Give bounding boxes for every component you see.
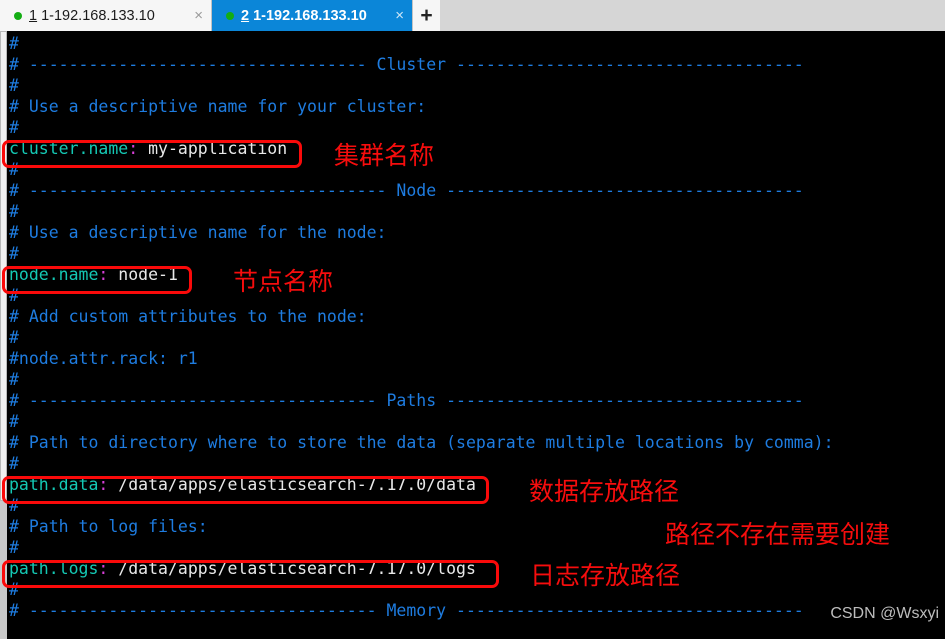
terminal-screen[interactable]: # # ---------------------------------- C… xyxy=(0,31,945,639)
terminal-line: # Add custom attributes to the node: xyxy=(7,306,945,327)
terminal-line-path-data: path.data: /data/apps/elasticsearch-7.17… xyxy=(7,474,945,495)
tab-2-title: 1-192.168.133.10 xyxy=(253,7,367,24)
config-colon: : xyxy=(98,475,109,494)
line-text: # xyxy=(9,118,19,137)
tab-2[interactable]: 2 1-192.168.133.10 × xyxy=(212,0,412,31)
line-text: # xyxy=(9,580,19,599)
terminal-line: # xyxy=(7,579,945,600)
line-text: # xyxy=(9,496,19,515)
line-text: # xyxy=(9,160,19,179)
config-value: node-1 xyxy=(108,265,178,284)
line-text: # xyxy=(9,328,19,347)
line-text: # xyxy=(9,202,19,221)
terminal-line: # Path to directory where to store the d… xyxy=(7,432,945,453)
line-text: # xyxy=(9,244,19,263)
terminal-line: # ---------------------------------- Clu… xyxy=(7,54,945,75)
terminal-line: # xyxy=(7,75,945,96)
terminal-line-node-name: node.name: node-1 xyxy=(7,264,945,285)
terminal-line: # xyxy=(7,495,945,516)
tab-1-title: 1-192.168.133.10 xyxy=(41,7,155,24)
line-text: # ------------------------------------ N… xyxy=(9,181,804,200)
line-text: # Path to directory where to store the d… xyxy=(9,433,834,452)
scrollbar-thumb[interactable] xyxy=(0,31,7,501)
line-text: # xyxy=(9,538,19,557)
terminal-line: # ----------------------------------- Me… xyxy=(7,600,945,621)
line-text: # xyxy=(9,412,19,431)
config-colon: : xyxy=(98,265,109,284)
terminal-line: # Use a descriptive name for the node: xyxy=(7,222,945,243)
terminal-line-cluster-name: cluster.name: my-application xyxy=(7,138,945,159)
tab-2-number: 2 xyxy=(241,7,250,24)
new-tab-button[interactable]: + xyxy=(412,0,440,31)
line-text: # xyxy=(9,34,19,53)
config-value: /data/apps/elasticsearch-7.17.0/data xyxy=(108,475,476,494)
terminal-line-path-logs: path.logs: /data/apps/elasticsearch-7.17… xyxy=(7,558,945,579)
tab-1-close-icon[interactable]: × xyxy=(194,8,203,23)
terminal-line: # xyxy=(7,453,945,474)
terminal-line: # ------------------------------------ N… xyxy=(7,180,945,201)
config-colon: : xyxy=(128,139,139,158)
watermark: CSDN @Wsxyi xyxy=(830,605,939,622)
terminal-window: 1 1-192.168.133.10 × 2 1-192.168.133.10 … xyxy=(0,0,945,639)
terminal-line: # xyxy=(7,285,945,306)
line-text: # Use a descriptive name for your cluste… xyxy=(9,97,427,116)
line-text: # xyxy=(9,286,19,305)
terminal-line: # xyxy=(7,327,945,348)
annotation-node-name: 节点名称 xyxy=(233,267,334,296)
terminal-line: # xyxy=(7,33,945,54)
config-key: path.data xyxy=(9,475,99,494)
line-text: # xyxy=(9,76,19,95)
terminal-line: # xyxy=(7,159,945,180)
annotation-data-path: 数据存放路径 xyxy=(529,477,680,506)
tab-2-close-icon[interactable]: × xyxy=(395,8,404,23)
line-text: # Add custom attributes to the node: xyxy=(9,307,367,326)
terminal-line: # xyxy=(7,243,945,264)
annotation-cluster-name: 集群名称 xyxy=(334,141,435,170)
config-key: cluster.name xyxy=(9,139,129,158)
tab-1-number: 1 xyxy=(29,7,38,24)
line-text: #node.attr.rack: r1 xyxy=(9,349,198,368)
terminal-line: # ----------------------------------- Pa… xyxy=(7,390,945,411)
vertical-scrollbar[interactable] xyxy=(0,31,7,639)
config-key: path.logs xyxy=(9,559,99,578)
terminal-line: # xyxy=(7,369,945,390)
line-text: # ----------------------------------- Pa… xyxy=(9,391,804,410)
config-value: /data/apps/elasticsearch-7.17.0/logs xyxy=(108,559,476,578)
line-text: # xyxy=(9,370,19,389)
line-text: # Use a descriptive name for the node: xyxy=(9,223,387,242)
green-dot-icon xyxy=(226,11,234,20)
green-dot-icon xyxy=(14,11,22,20)
terminal-line: #node.attr.rack: r1 xyxy=(7,348,945,369)
terminal-line: # xyxy=(7,411,945,432)
annotation-create-path: 路径不存在需要创建 xyxy=(665,520,891,549)
terminal-line: # xyxy=(7,201,945,222)
line-text: # ---------------------------------- Clu… xyxy=(9,55,804,74)
config-key: node.name xyxy=(9,265,99,284)
terminal-line: # xyxy=(7,117,945,138)
config-colon: : xyxy=(98,559,109,578)
tab-bar-filler xyxy=(440,0,945,31)
annotation-log-path: 日志存放路径 xyxy=(530,561,681,590)
line-text: # Path to log files: xyxy=(9,517,208,536)
tab-bar: 1 1-192.168.133.10 × 2 1-192.168.133.10 … xyxy=(0,0,945,31)
config-value: my-application xyxy=(138,139,288,158)
line-text: # ----------------------------------- Me… xyxy=(9,601,804,620)
line-text: # xyxy=(9,454,19,473)
terminal-line: # Use a descriptive name for your cluste… xyxy=(7,96,945,117)
tab-1[interactable]: 1 1-192.168.133.10 × xyxy=(0,0,212,31)
